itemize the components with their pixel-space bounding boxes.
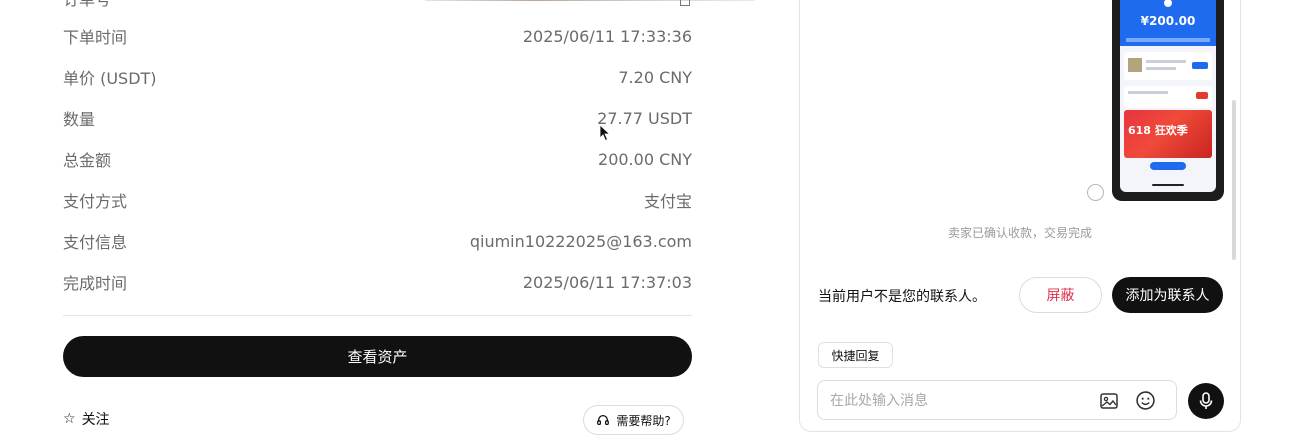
contact-notice: 当前用户不是您的联系人。 [818, 289, 986, 305]
quick-reply-button[interactable]: 快捷回复 [818, 342, 893, 368]
detail-label: 下单时间 [63, 28, 128, 47]
detail-label: 支付信息 [63, 233, 128, 252]
screenshot-blue-button [1192, 62, 1208, 69]
view-assets-button[interactable]: 查看资产 [63, 336, 692, 377]
help-button[interactable]: 需要帮助? [583, 405, 684, 435]
detail-label: 数量 [63, 110, 96, 129]
detail-label: 支付方式 [63, 192, 128, 211]
detail-row-payment-info: 支付信息 qiumin10222025@163.com [63, 229, 692, 253]
detail-label: 总金额 [63, 151, 112, 170]
add-contact-button[interactable]: 添加为联系人 [1112, 277, 1223, 313]
detail-value: 7.20 CNY [618, 67, 692, 87]
divider [63, 315, 692, 316]
screenshot-footer-button [1150, 162, 1186, 170]
follow-button[interactable]: ☆ 关注 [63, 409, 110, 429]
screenshot-red-button [1196, 92, 1208, 99]
voice-button[interactable] [1188, 383, 1224, 419]
screenshot-screen: ¥200.00 618 狂欢季 [1120, 0, 1216, 192]
screenshot-subline [1126, 38, 1210, 42]
message-input[interactable] [830, 390, 1080, 412]
detail-value: 200.00 CNY [598, 149, 692, 169]
block-button[interactable]: 屏蔽 [1019, 277, 1102, 313]
detail-label: 完成时间 [63, 274, 128, 293]
system-message: 卖家已确认收款，交易完成 [947, 226, 1092, 240]
microphone-icon [1199, 392, 1213, 409]
payment-screenshot-image[interactable]: ¥200.00 618 狂欢季 [1112, 0, 1224, 201]
order-details-panel: 订单号 下单时间 2025/06/11 17:33:36 单价 (USDT) 7… [63, 0, 755, 436]
detail-value: qiumin10222025@163.com [469, 231, 692, 251]
order-image-strip [425, 0, 755, 1]
detail-value: 2025/06/11 17:37:03 [522, 272, 692, 292]
screenshot-thumb [1128, 58, 1142, 72]
screenshot-text-line [1128, 91, 1168, 94]
smiley-icon[interactable] [1135, 390, 1156, 411]
screenshot-banner-text: 618 狂欢季 [1128, 124, 1188, 137]
detail-label: 单价 (USDT) [63, 69, 157, 88]
headset-icon [597, 414, 610, 425]
screenshot-home-bar [1152, 184, 1184, 186]
detail-value: 2025/06/11 17:33:36 [522, 26, 692, 46]
follow-label: 关注 [81, 412, 110, 428]
order-number-label: 订单号 [63, 0, 111, 9]
image-icon[interactable] [1099, 391, 1119, 411]
detail-row-quantity: 数量 27.77 USDT [63, 106, 692, 130]
detail-row-payment-method: 支付方式 支付宝 [63, 188, 692, 212]
detail-value: 27.77 USDT [597, 108, 692, 128]
help-label: 需要帮助? [616, 413, 671, 428]
message-composer [817, 380, 1177, 420]
detail-row-total: 总金额 200.00 CNY [63, 147, 692, 171]
order-number-row-cut: 订单号 [63, 0, 755, 9]
screenshot-amount: ¥200.00 [1140, 14, 1196, 28]
mouse-cursor-icon [599, 124, 611, 142]
star-icon: ☆ [63, 411, 76, 427]
message-select-radio[interactable] [1087, 184, 1104, 201]
screenshot-text-line [1146, 60, 1186, 63]
detail-row-complete-time: 完成时间 2025/06/11 17:37:03 [63, 270, 692, 294]
screenshot-text-line [1146, 67, 1176, 70]
copy-icon[interactable] [680, 0, 690, 6]
detail-value: 支付宝 [643, 192, 692, 211]
detail-row-order-time: 下单时间 2025/06/11 17:33:36 [63, 24, 692, 48]
detail-row-unit-price: 单价 (USDT) 7.20 CNY [63, 65, 692, 89]
